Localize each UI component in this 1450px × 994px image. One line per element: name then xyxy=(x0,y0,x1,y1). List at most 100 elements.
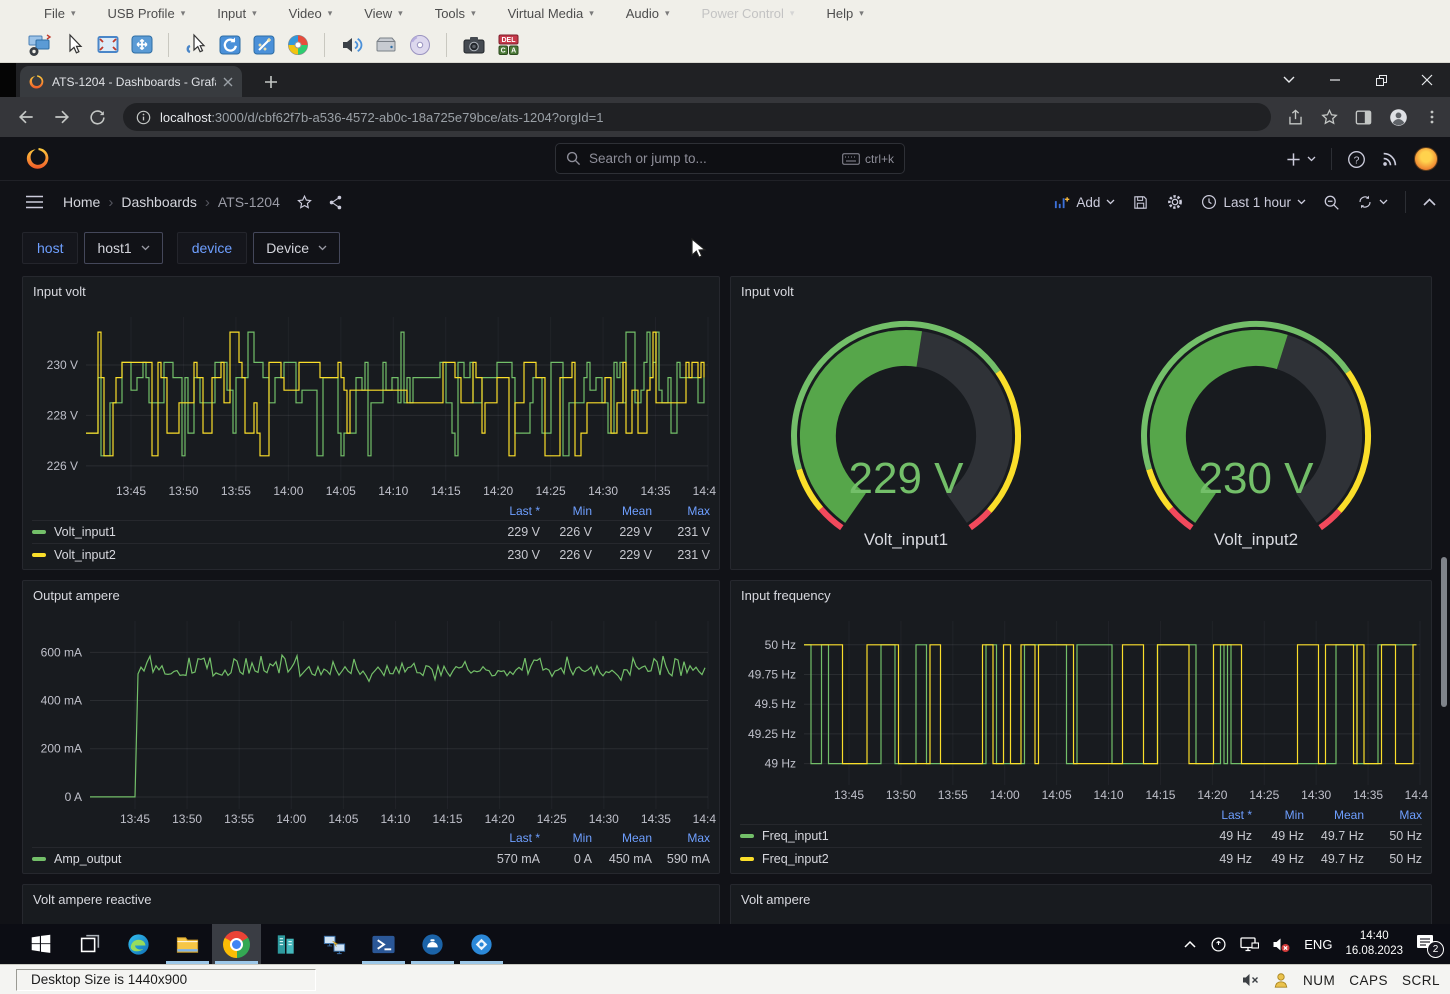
audio-icon[interactable] xyxy=(338,31,365,58)
zoom-out-time-icon[interactable] xyxy=(1323,194,1340,211)
url-omnibox[interactable]: localhost:3000/d/cbf62f7b-a536-4572-ab0c… xyxy=(123,103,1271,131)
taskbar-remote-desktop-icon[interactable] xyxy=(310,924,359,964)
taskbar-app-blue-icon[interactable] xyxy=(408,924,457,964)
back-icon[interactable] xyxy=(16,107,36,127)
share-dashboard-icon[interactable] xyxy=(327,194,344,211)
help-icon[interactable]: ? xyxy=(1347,150,1366,169)
favorite-star-icon[interactable] xyxy=(296,194,313,211)
legend-col-header[interactable]: Last * xyxy=(478,504,540,518)
legend-col-header[interactable]: Mean xyxy=(592,504,652,518)
panel-title[interactable]: Volt ampere xyxy=(731,885,1431,915)
menu-usb-profile[interactable]: USB Profile▾ xyxy=(91,0,201,27)
tray-update-icon[interactable] xyxy=(1210,936,1227,953)
legend-col-header[interactable]: Mean xyxy=(1304,808,1364,822)
legend-col-header[interactable]: Last * xyxy=(1190,808,1252,822)
virtual-disk-icon[interactable] xyxy=(372,31,399,58)
taskbar-start-icon[interactable] xyxy=(16,924,65,964)
forward-icon[interactable] xyxy=(52,107,72,127)
panel-title[interactable]: Input volt xyxy=(731,277,1431,307)
ctrl-alt-del-icon[interactable]: DELCA xyxy=(494,31,521,58)
variable-value-device[interactable]: Device xyxy=(253,232,340,264)
menu-file[interactable]: File▾ xyxy=(28,0,91,27)
tab-close-icon[interactable] xyxy=(223,77,233,87)
breadcrumb-home[interactable]: Home xyxy=(63,194,100,210)
taskbar-powershell-icon[interactable] xyxy=(359,924,408,964)
menu-audio[interactable]: Audio▾ xyxy=(610,0,686,27)
panel-title[interactable]: Input volt xyxy=(23,277,719,307)
site-info-icon[interactable] xyxy=(136,110,151,125)
new-dashboard-plus-button[interactable] xyxy=(1286,152,1316,167)
timeseries-chart[interactable]: 50 Hz49.75 Hz49.5 Hz49.25 Hz49 Hz13:4513… xyxy=(732,611,1430,803)
gauge-group[interactable]: 229 VVolt_input1230 VVolt_input2 xyxy=(731,307,1431,569)
gauge-Volt_input2[interactable]: 230 VVolt_input2 xyxy=(1081,307,1431,569)
panel-title[interactable]: Volt ampere reactive xyxy=(23,885,719,915)
news-rss-icon[interactable] xyxy=(1381,150,1399,168)
legend-row[interactable]: Volt_input1229 V226 V229 V231 V xyxy=(32,520,710,543)
add-panel-button[interactable]: Add xyxy=(1053,194,1115,211)
series-name[interactable]: Freq_input1 xyxy=(740,829,1190,843)
tray-display-icon[interactable] xyxy=(1240,936,1259,953)
refresh-video-icon[interactable] xyxy=(216,31,243,58)
tray-expand-chevron-icon[interactable] xyxy=(1183,939,1197,949)
legend-row[interactable]: Freq_input149 Hz49 Hz49.7 Hz50 Hz xyxy=(740,824,1422,847)
cursor-sync-icon[interactable] xyxy=(182,31,209,58)
auto-adjust-icon[interactable] xyxy=(250,31,277,58)
series-name[interactable]: Amp_output xyxy=(32,852,478,866)
panel-title[interactable]: Input frequency xyxy=(731,581,1431,611)
new-tab-button[interactable] xyxy=(256,66,286,97)
timeseries-chart[interactable]: 600 mA400 mA200 mA0 A13:4513:5013:5514:0… xyxy=(24,611,718,827)
legend-row[interactable]: Amp_output570 mA0 A450 mA590 mA xyxy=(32,847,710,870)
screenshot-icon[interactable] xyxy=(460,31,487,58)
side-panel-icon[interactable] xyxy=(1354,108,1373,127)
mega-menu-hamburger-icon[interactable] xyxy=(26,195,43,209)
legend-col-header[interactable]: Last * xyxy=(478,831,540,845)
taskbar-chrome-icon[interactable] xyxy=(212,924,261,964)
bookmark-star-icon[interactable] xyxy=(1320,108,1339,127)
search-input[interactable]: Search or jump to... ctrl+k xyxy=(555,143,905,174)
dashboard-settings-gear-icon[interactable] xyxy=(1166,193,1184,211)
legend-col-header[interactable]: Min xyxy=(540,831,592,845)
browser-profile-avatar[interactable] xyxy=(1388,107,1409,128)
breadcrumb-dashboards[interactable]: Dashboards xyxy=(121,194,197,210)
taskbar-server-app-icon[interactable] xyxy=(261,924,310,964)
reload-icon[interactable] xyxy=(88,108,107,127)
taskbar-task-view-icon[interactable] xyxy=(65,924,114,964)
legend-col-header[interactable]: Min xyxy=(540,504,592,518)
timeseries-chart[interactable]: 230 V228 V226 V13:4513:5013:5514:0014:05… xyxy=(24,307,718,499)
virtual-cd-icon[interactable] xyxy=(406,31,433,58)
taskbar-edge-icon[interactable] xyxy=(114,924,163,964)
legend-col-header[interactable]: Min xyxy=(1252,808,1304,822)
display-settings-icon[interactable] xyxy=(26,31,53,58)
legend-row[interactable]: Volt_input2230 V226 V229 V231 V xyxy=(32,543,710,566)
minimize-button[interactable] xyxy=(1312,63,1358,97)
fullscreen-icon[interactable] xyxy=(94,31,121,58)
share-icon[interactable] xyxy=(1286,108,1305,127)
taskbar-clock[interactable]: 14:40 16.08.2023 xyxy=(1345,929,1403,959)
menu-virtual-media[interactable]: Virtual Media▾ xyxy=(492,0,610,27)
legend-col-header[interactable]: Mean xyxy=(592,831,652,845)
fit-screen-icon[interactable] xyxy=(128,31,155,58)
variable-value-host[interactable]: host1 xyxy=(84,232,162,264)
legend-col-header[interactable]: Max xyxy=(1364,808,1422,822)
browser-menu-kebab-icon[interactable] xyxy=(1424,109,1440,125)
color-calibrate-icon[interactable] xyxy=(284,31,311,58)
scrollbar-thumb[interactable] xyxy=(1441,557,1447,707)
close-button[interactable] xyxy=(1404,63,1450,97)
legend-col-header[interactable]: Max xyxy=(652,504,710,518)
menu-input[interactable]: Input▾ xyxy=(201,0,272,27)
menu-video[interactable]: Video▾ xyxy=(273,0,349,27)
user-avatar[interactable] xyxy=(1414,147,1438,171)
legend-col-header[interactable]: Max xyxy=(652,831,710,845)
taskbar-app-teal-icon[interactable] xyxy=(457,924,506,964)
legend-row[interactable]: Freq_input249 Hz49 Hz49.7 Hz50 Hz xyxy=(740,847,1422,870)
menu-help[interactable]: Help▾ xyxy=(810,0,879,27)
save-dashboard-icon[interactable] xyxy=(1132,194,1149,211)
refresh-dashboard-button[interactable] xyxy=(1357,194,1388,210)
taskbar-file-explorer-icon[interactable] xyxy=(163,924,212,964)
collapse-toolbar-chevron-icon[interactable] xyxy=(1423,198,1436,206)
series-name[interactable]: Freq_input2 xyxy=(740,852,1190,866)
menu-view[interactable]: View▾ xyxy=(348,0,418,27)
time-range-picker[interactable]: Last 1 hour xyxy=(1201,194,1306,210)
panel-title[interactable]: Output ampere xyxy=(23,581,719,611)
gauge-Volt_input1[interactable]: 229 VVolt_input1 xyxy=(731,307,1081,569)
